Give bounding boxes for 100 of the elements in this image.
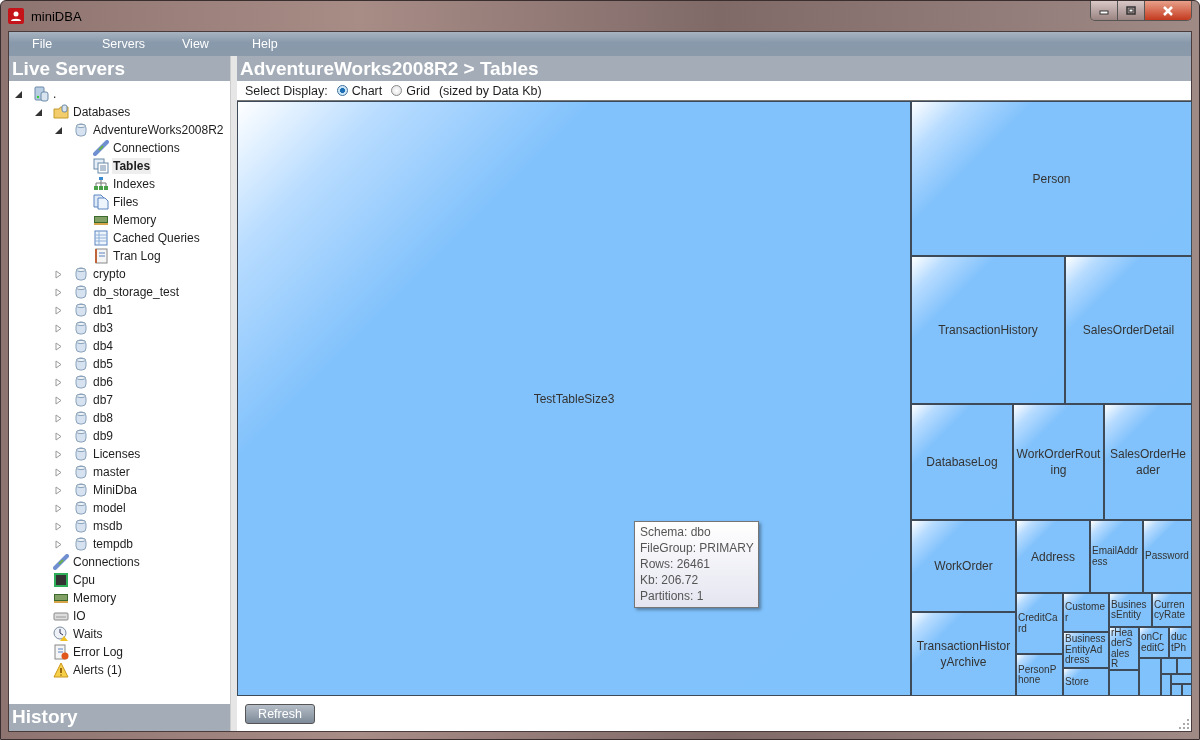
treemap-cell[interactable]: SalesOrderHeader xyxy=(1104,404,1192,520)
expand-icon[interactable] xyxy=(54,269,63,279)
tree-item[interactable]: db1 xyxy=(92,302,115,318)
treemap-cell[interactable]: Password xyxy=(1143,520,1192,593)
treemap-cell[interactable] xyxy=(1161,658,1177,674)
treemap-cell[interactable]: BusinessEntity xyxy=(1109,593,1152,627)
treemap-cell[interactable] xyxy=(1182,684,1192,696)
panel-title: Live Servers xyxy=(9,56,230,81)
treemap-cell[interactable]: CurrencyRate xyxy=(1152,593,1192,627)
tree-item[interactable]: Licenses xyxy=(92,446,142,462)
tree-item[interactable]: db9 xyxy=(92,428,115,444)
treemap-cell[interactable]: WorkOrder xyxy=(911,520,1016,612)
radio-option[interactable]: Chart xyxy=(336,83,383,98)
tree-item[interactable]: tempdb xyxy=(92,536,135,552)
tree-item[interactable]: Alerts (1) xyxy=(72,662,123,678)
tree-item[interactable]: Waits xyxy=(72,626,104,642)
treemap-cell[interactable] xyxy=(1161,674,1171,696)
tree-item[interactable]: Memory xyxy=(112,212,158,228)
treemap-cell[interactable]: WorkOrderRouting xyxy=(1013,404,1104,520)
expand-icon[interactable] xyxy=(54,413,63,423)
database-icon xyxy=(73,266,89,282)
treemap-cell[interactable]: TransactionHistoryArchive xyxy=(911,612,1016,696)
database-icon xyxy=(73,284,89,300)
tree-item[interactable]: Memory xyxy=(72,590,118,606)
tree-item[interactable]: Connections xyxy=(112,140,181,156)
tree-item[interactable]: Databases xyxy=(72,104,132,120)
treemap-cell[interactable]: Customer xyxy=(1063,593,1109,632)
close-button[interactable] xyxy=(1145,1,1191,20)
expand-icon[interactable] xyxy=(54,287,63,297)
expand-icon[interactable] xyxy=(54,449,63,459)
tree-item[interactable]: IO xyxy=(72,608,87,624)
expand-icon[interactable] xyxy=(54,305,63,315)
tree-item[interactable]: Error Log xyxy=(72,644,125,660)
expand-icon[interactable] xyxy=(54,323,63,333)
treemap-cell[interactable]: DatabaseLog xyxy=(911,404,1013,520)
database-icon xyxy=(73,464,89,480)
tree-item[interactable]: Tables xyxy=(112,158,152,174)
treemap-cell[interactable]: SalesOrderDetail xyxy=(1065,256,1192,404)
collapse-icon[interactable] xyxy=(34,107,43,117)
tree-item[interactable]: MiniDba xyxy=(92,482,138,498)
tree-item[interactable]: db_storage_test xyxy=(92,284,181,300)
treemap-cell[interactable]: TransactionHistory xyxy=(911,256,1065,404)
server-icon xyxy=(33,86,49,102)
treemap-cell[interactable] xyxy=(1109,670,1139,696)
treemap-cell[interactable]: EmailAddress xyxy=(1090,520,1143,593)
radio-option[interactable]: Grid xyxy=(391,83,430,98)
chip-icon xyxy=(53,572,69,588)
treemap-cell[interactable]: Person xyxy=(911,101,1192,256)
tree-item[interactable]: model xyxy=(92,500,127,516)
treemap-cell[interactable] xyxy=(1171,674,1192,684)
collapse-icon[interactable] xyxy=(54,125,63,135)
tree-item[interactable]: Cpu xyxy=(72,572,96,588)
tree-item[interactable]: Tran Log xyxy=(112,248,162,264)
treemap-cell[interactable]: BusinessEntityAddress xyxy=(1063,632,1109,668)
expand-icon[interactable] xyxy=(54,467,63,477)
files-icon xyxy=(93,194,109,210)
tree-item[interactable]: msdb xyxy=(92,518,124,534)
expand-icon[interactable] xyxy=(54,431,63,441)
expand-icon[interactable] xyxy=(54,341,63,351)
expand-icon[interactable] xyxy=(54,539,63,549)
treemap-cell[interactable] xyxy=(1139,658,1161,696)
tree-item[interactable]: db8 xyxy=(92,410,115,426)
expand-icon[interactable] xyxy=(54,503,63,513)
treemap-cell[interactable] xyxy=(1177,658,1192,674)
tree-item[interactable]: crypto xyxy=(92,266,127,282)
window-title: miniDBA xyxy=(31,8,82,24)
maximize-button[interactable] xyxy=(1118,1,1145,20)
tree-item[interactable]: AdventureWorks2008R2 xyxy=(92,122,225,138)
minimize-button[interactable] xyxy=(1091,1,1118,20)
tree-item[interactable]: . xyxy=(52,86,58,102)
collapse-icon[interactable] xyxy=(14,89,23,99)
tree-item[interactable]: Indexes xyxy=(112,176,157,192)
treemap-cell[interactable]: onCreditC xyxy=(1139,627,1169,658)
expand-icon[interactable] xyxy=(54,377,63,387)
expand-icon[interactable] xyxy=(54,521,63,531)
tree-item[interactable]: db6 xyxy=(92,374,115,390)
resize-grip-icon xyxy=(1179,719,1189,729)
tree-item[interactable]: db7 xyxy=(92,392,115,408)
tree-item[interactable]: db5 xyxy=(92,356,115,372)
tree-item[interactable]: master xyxy=(92,464,131,480)
tree-item[interactable]: Connections xyxy=(72,554,141,570)
treemap-cell[interactable]: Store xyxy=(1063,668,1109,696)
close-icon xyxy=(1162,5,1174,16)
treemap-cell[interactable] xyxy=(1171,684,1182,696)
tree-item[interactable]: db3 xyxy=(92,320,115,336)
treemap-cell[interactable]: rHeaderSalesR xyxy=(1109,627,1139,670)
app-icon xyxy=(8,8,24,24)
expand-icon[interactable] xyxy=(54,359,63,369)
expand-icon[interactable] xyxy=(54,485,63,495)
tooltip-text: Rows: 26461 xyxy=(640,556,711,572)
tree-item[interactable]: Cached Queries xyxy=(112,230,201,246)
database-icon xyxy=(73,518,89,534)
treemap-cell[interactable]: Address xyxy=(1016,520,1090,593)
tree-item[interactable]: db4 xyxy=(92,338,115,354)
treemap-cell[interactable]: ductPh xyxy=(1169,627,1192,658)
database-icon xyxy=(73,374,89,390)
expand-icon[interactable] xyxy=(54,395,63,405)
treemap-cell[interactable]: PersonPhone xyxy=(1016,654,1063,696)
treemap-cell[interactable]: CreditCard xyxy=(1016,593,1063,654)
tree-item[interactable]: Files xyxy=(112,194,140,210)
